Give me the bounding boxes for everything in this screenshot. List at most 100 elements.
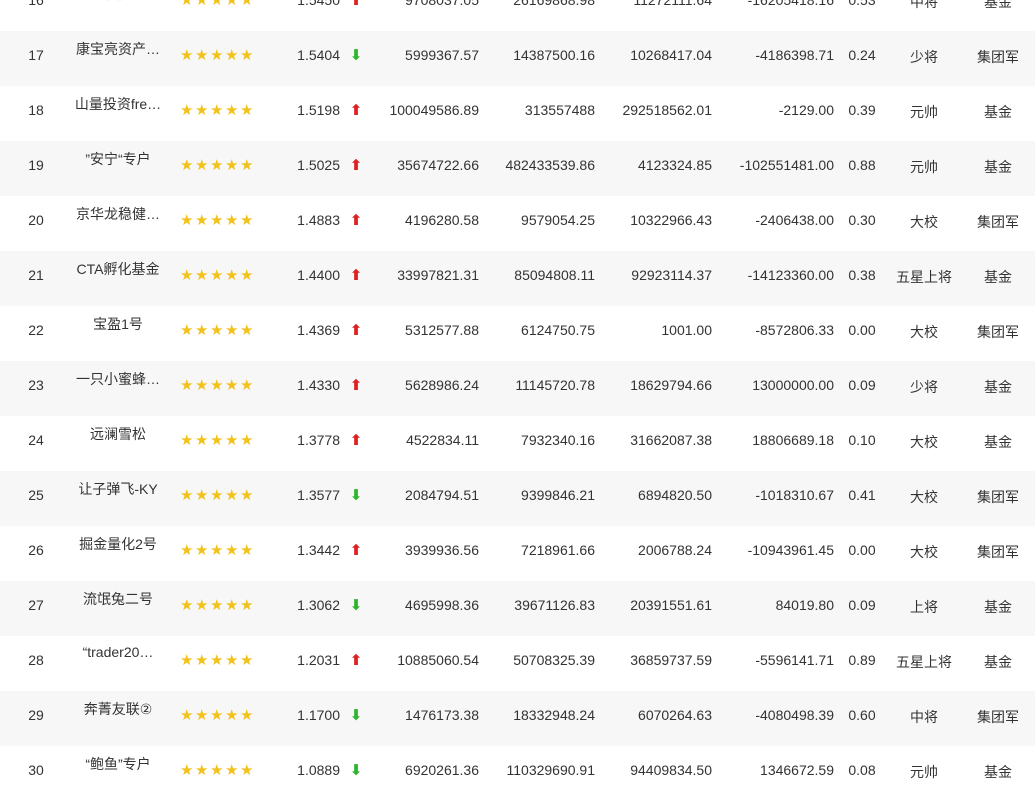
star-icon: ★: [180, 322, 194, 339]
rank-title-cell: 大校: [910, 434, 938, 450]
ratio-cell: 0.00: [848, 322, 876, 338]
rank-cell: 30: [28, 762, 44, 778]
star-icon: ★: [195, 542, 209, 559]
rank-cell: 22: [28, 322, 44, 338]
value-cell-4: 1346672.59: [760, 762, 834, 778]
ratio-cell: 0.41: [848, 487, 876, 503]
rating-stars: ★ ★ ★ ★ ★: [180, 487, 260, 503]
table-row[interactable]: 16 溪丙 1.5450 9708037.05 26169868.98 11272111.…: [0, 0, 1035, 31]
nav-cell: 1.5025: [297, 157, 340, 173]
value-cell-3: 36859737.59: [630, 652, 712, 668]
table-row[interactable]: 23 一只小蜜蜂… 1.4330 5628986.24 11145720.78 18629…: [0, 361, 1035, 416]
table-row[interactable]: 17 康宝亮资产… 1.5404 5999367.57 14387500.16 10268…: [0, 31, 1035, 86]
star-icon: ★: [240, 652, 254, 669]
table-row[interactable]: 25 让子弹飞-KY 1.3577 2084794.51 9399846.21 68948…: [0, 471, 1035, 526]
table-row[interactable]: 29 奔菁友联② 1.1700 1476173.38 18332948.24 607026…: [0, 691, 1035, 746]
fund-name-link[interactable]: 山量投资fre…: [66, 94, 170, 114]
star-icon: ★: [210, 212, 224, 229]
fund-name-link[interactable]: CTA孵化基金: [66, 259, 170, 279]
value-cell-1: 35674722.66: [397, 157, 479, 173]
rank-title-cell: 元帅: [910, 764, 938, 780]
ratio-cell: 0.09: [848, 597, 876, 613]
table-row[interactable]: 21 CTA孵化基金 1.4400 33997821.31 85094808.11 929…: [0, 251, 1035, 306]
value-cell-2: 7218961.66: [521, 542, 595, 558]
value-cell-2: 26169868.98: [513, 0, 595, 8]
fund-name-link[interactable]: “鲍鱼”专户: [66, 754, 170, 774]
fund-name-link[interactable]: ”安宁“专户: [66, 149, 170, 169]
fund-name-link[interactable]: 远澜雪松: [66, 424, 170, 444]
fund-name-link[interactable]: 溪丙: [66, 0, 170, 4]
rank-cell: 16: [28, 0, 44, 8]
table-row[interactable]: 24 远澜雪松 1.3778 4522834.11 7932340.16 31662087…: [0, 416, 1035, 471]
fund-name-link[interactable]: 京华龙稳健…: [66, 204, 170, 224]
value-cell-4: -10943961.45: [747, 542, 834, 558]
value-cell-1: 10885060.54: [397, 652, 479, 668]
ratio-cell: 0.09: [848, 377, 876, 393]
nav-cell: 1.3577: [297, 487, 340, 503]
fund-name-link[interactable]: 掘金量化2号: [66, 534, 170, 554]
value-cell-4: -1018310.67: [755, 487, 834, 503]
star-icon: ★: [210, 487, 224, 504]
value-cell-2: 11145720.78: [515, 377, 595, 393]
star-icon: ★: [180, 212, 194, 229]
team-cell: 基金: [984, 159, 1012, 175]
team-cell: 基金: [984, 764, 1012, 780]
value-cell-1: 4522834.11: [406, 432, 479, 448]
ratio-cell: 0.10: [848, 432, 876, 448]
fund-name-link[interactable]: 宝盈1号: [66, 314, 170, 334]
team-cell: 基金: [984, 104, 1012, 120]
rating-stars: ★ ★ ★ ★ ★: [180, 0, 260, 8]
value-cell-3: 31662087.38: [630, 432, 712, 448]
fund-name-link[interactable]: 一只小蜜蜂…: [66, 369, 170, 389]
table-row[interactable]: 19 ”安宁“专户 1.5025 35674722.66 482433539.86 412…: [0, 141, 1035, 196]
rating-stars: ★ ★ ★ ★ ★: [180, 322, 260, 338]
star-icon: ★: [225, 597, 239, 614]
nav-cell: 1.4883: [297, 212, 340, 228]
rating-stars: ★ ★ ★ ★ ★: [180, 157, 260, 173]
value-cell-1: 1476173.38: [405, 707, 479, 723]
table-row[interactable]: 20 京华龙稳健… 1.4883 4196280.58 9579054.25 103229…: [0, 196, 1035, 251]
fund-name-link[interactable]: 流氓兔二号: [66, 589, 170, 609]
table-row[interactable]: 26 掘金量化2号 1.3442 3939936.56 7218961.66 200678…: [0, 526, 1035, 581]
arrow-up-icon: ⬆: [349, 212, 363, 229]
rank-title-cell: 少将: [910, 379, 938, 395]
fund-name-link[interactable]: 奔菁友联②: [66, 699, 170, 719]
team-cell: 基金: [984, 654, 1012, 670]
team-cell: 集团军: [977, 709, 1019, 725]
ranking-table: 16 溪丙 1.5450 9708037.05 26169868.98 11272111.…: [0, 0, 1035, 809]
star-icon: ★: [210, 597, 224, 614]
table-row[interactable]: 30 “鲍鱼”专户 1.0889 6920261.36 110329690.91 9440…: [0, 746, 1035, 801]
team-cell: 基金: [984, 269, 1012, 285]
value-cell-4: 18806689.18: [752, 432, 834, 448]
fund-name-link[interactable]: 康宝亮资产…: [66, 39, 170, 59]
ratio-cell: 0.24: [848, 47, 876, 63]
star-icon: ★: [225, 377, 239, 394]
fund-name-link[interactable]: “trader20…: [66, 644, 170, 660]
star-icon: ★: [210, 762, 224, 779]
table-row[interactable]: 27 流氓兔二号 1.3062 4695998.36 39671126.83 203915…: [0, 581, 1035, 636]
fund-name-link[interactable]: 让子弹飞-KY: [66, 479, 170, 499]
table-row[interactable]: 28 “trader20… 1.2031 10885060.54 50708325.39…: [0, 636, 1035, 691]
value-cell-1: 2084794.51: [405, 487, 479, 503]
star-icon: ★: [195, 212, 209, 229]
star-icon: ★: [225, 487, 239, 504]
star-icon: ★: [195, 157, 209, 174]
star-icon: ★: [240, 102, 254, 119]
team-cell: 基金: [984, 599, 1012, 615]
value-cell-4: -16205418.16: [747, 0, 834, 8]
star-icon: ★: [240, 212, 254, 229]
value-cell-3: 10268417.04: [630, 47, 712, 63]
table-row[interactable]: 22 宝盈1号 1.4369 5312577.88 6124750.75 1001.00 -…: [0, 306, 1035, 361]
value-cell-2: 9399846.21: [521, 487, 595, 503]
value-cell-3: 4123324.85: [638, 157, 712, 173]
arrow-up-icon: ⬆: [349, 0, 363, 9]
star-icon: ★: [195, 487, 209, 504]
rank-cell: 21: [28, 267, 44, 283]
rank-cell: 24: [28, 432, 44, 448]
star-icon: ★: [210, 102, 224, 119]
value-cell-2: 18332948.24: [513, 707, 595, 723]
table-row[interactable]: 18 山量投资fre… 1.5198 100049586.89 313557488 292…: [0, 86, 1035, 141]
ratio-cell: 0.30: [848, 212, 876, 228]
value-cell-2: 7932340.16: [521, 432, 595, 448]
star-icon: ★: [180, 652, 194, 669]
